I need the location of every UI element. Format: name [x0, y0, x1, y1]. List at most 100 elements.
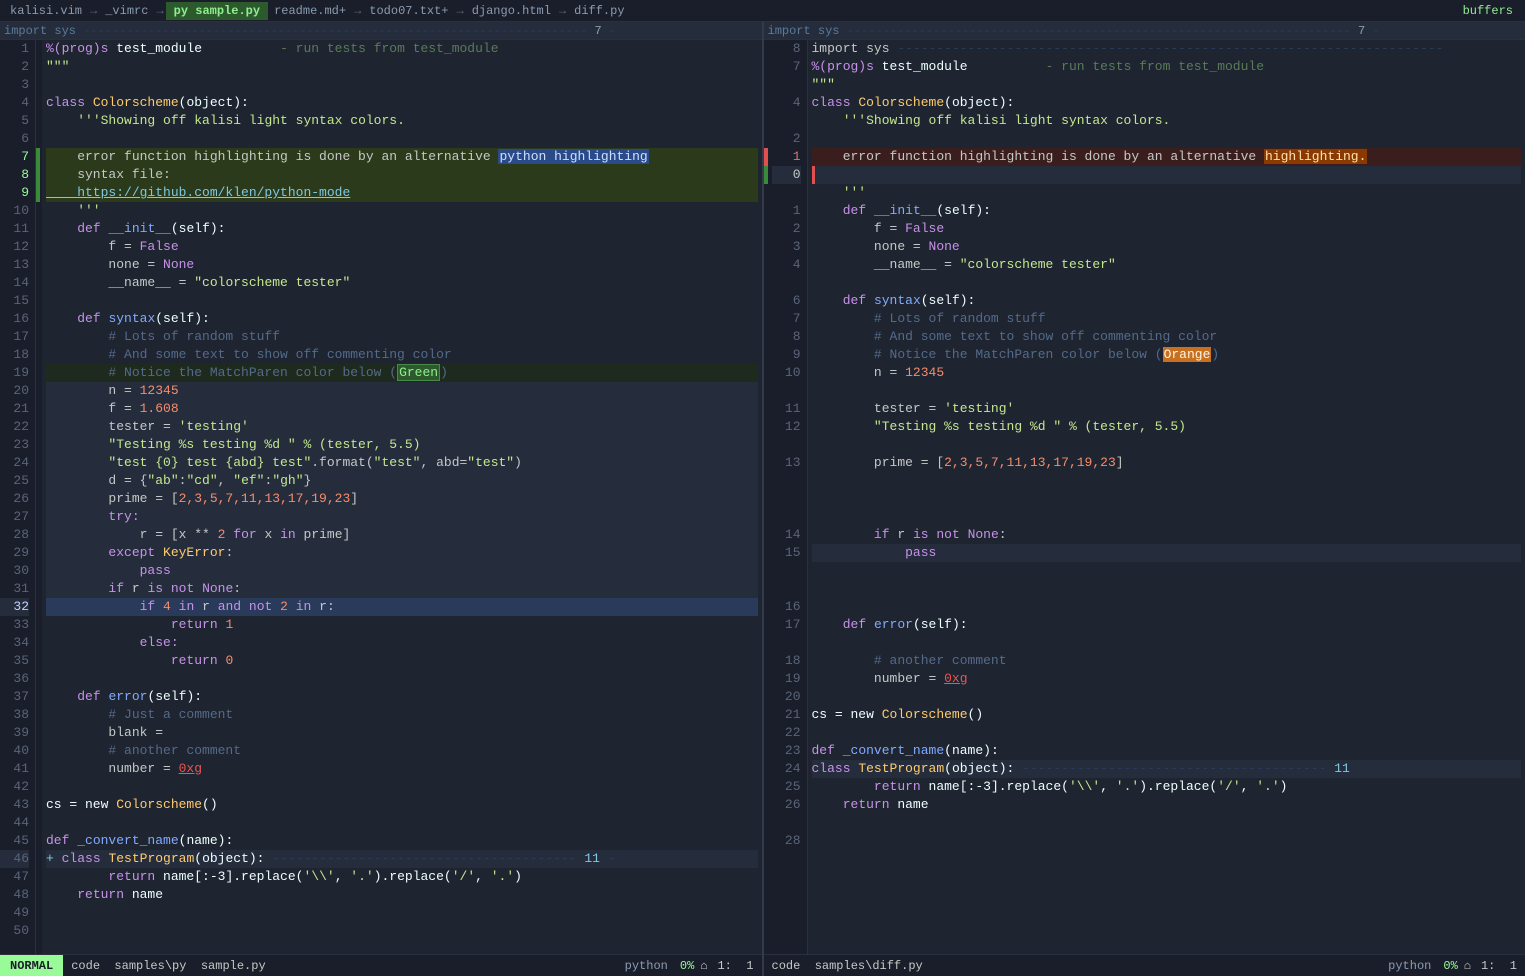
- left-status-percent: 0%: [676, 959, 698, 973]
- right-code-line-return1: return name[:-3].replace('\\', '.').repl…: [812, 778, 1522, 796]
- left-pane: import sys -----------------------------…: [0, 22, 764, 976]
- right-code-line-22: [812, 724, 1522, 742]
- code-line-8: syntax file:: [46, 166, 758, 184]
- code-line-47: return name[:-3].replace('\\', '.').repl…: [46, 868, 758, 886]
- code-line-14: __name__ = "colorscheme tester": [46, 274, 758, 292]
- right-code-line-0: [812, 166, 1522, 184]
- left-code-lines[interactable]: %(prog)s test_module - run tests from te…: [42, 40, 762, 954]
- code-line-44: [46, 814, 758, 832]
- right-code-line-orange: # Notice the MatchParen color below (Ora…: [812, 346, 1522, 364]
- tab-bar: kalisi.vim → _vimrc → py sample.py readm…: [0, 0, 1525, 22]
- tab-readme[interactable]: readme.md+: [268, 2, 352, 20]
- right-code-line-b8: [812, 490, 1522, 508]
- right-code-line-convert: def _convert_name(name):: [812, 742, 1522, 760]
- code-line-13: none = None: [46, 256, 758, 274]
- right-code-line-prime: prime = [2,3,5,7,11,13,17,19,23]: [812, 454, 1522, 472]
- right-code-line-16: [812, 598, 1522, 616]
- code-line-40: # another comment: [46, 742, 758, 760]
- left-status-bar: NORMAL code samples\py sample.py python …: [0, 954, 762, 976]
- code-line-17: # Lots of random stuff: [46, 328, 758, 346]
- code-line-32: if 4 in r and not 2 in r:: [46, 598, 758, 616]
- tab-kalisi-vim[interactable]: kalisi.vim: [4, 2, 88, 20]
- right-pane: import sys -----------------------------…: [764, 22, 1525, 976]
- right-code-line-b12: [812, 634, 1522, 652]
- tab-sample-py[interactable]: py sample.py: [166, 2, 268, 20]
- tab-sep3: →: [352, 4, 363, 18]
- code-line-45: def _convert_name(name):: [46, 832, 758, 850]
- code-line-27: try:: [46, 508, 758, 526]
- left-code-area[interactable]: 1 2 3 4 5 6 7 8 9 10 11 12 13 14 15 16 1: [0, 40, 762, 954]
- tab-todo[interactable]: todo07.txt+: [363, 2, 454, 20]
- left-status-filetype: python: [617, 959, 676, 973]
- right-code-line-20: [812, 688, 1522, 706]
- right-code-line-lots: # Lots of random stuff: [812, 310, 1522, 328]
- code-line-16: def syntax(self):: [46, 310, 758, 328]
- left-status-pos: 1: 1: [709, 959, 761, 973]
- code-line-39: blank =: [46, 724, 758, 742]
- code-line-21: f = 1.608: [46, 400, 758, 418]
- right-header-text: import sys -----------------------------…: [768, 24, 1380, 38]
- tab-django[interactable]: django.html: [466, 2, 557, 20]
- code-line-3: [46, 76, 758, 94]
- code-line-9: https://github.com/klen/python-mode: [46, 184, 758, 202]
- tab-sep1: →: [88, 4, 99, 18]
- right-code-line-f: f = False: [812, 220, 1522, 238]
- code-line-6: [46, 130, 758, 148]
- right-code-line-b2: '''Showing off kalisi light syntax color…: [812, 112, 1522, 130]
- code-line-18: # And some text to show off commenting c…: [46, 346, 758, 364]
- tab-buffers[interactable]: buffers: [1455, 2, 1521, 20]
- code-line-7: error function highlighting is done by a…: [46, 148, 758, 166]
- code-line-31: if r is not None:: [46, 580, 758, 598]
- tab-vimrc[interactable]: _vimrc: [99, 2, 154, 20]
- left-status-file: code samples\py sample.py: [63, 959, 616, 973]
- right-code-line-2: [812, 130, 1522, 148]
- right-code-line-testing: "Testing %s testing %d " % (tester, 5.5): [812, 418, 1522, 436]
- code-line-33: return 1: [46, 616, 758, 634]
- code-line-11: def __init__(self):: [46, 220, 758, 238]
- right-code-line-pass: pass: [812, 544, 1522, 562]
- code-line-2: """: [46, 58, 758, 76]
- code-line-1: %(prog)s test_module - run tests from te…: [46, 40, 758, 58]
- right-code-line-comment1: # And some text to show off commenting c…: [812, 328, 1522, 346]
- code-line-35: return 0: [46, 652, 758, 670]
- code-line-50: [46, 922, 758, 940]
- code-line-23: "Testing %s testing %d " % (tester, 5.5): [46, 436, 758, 454]
- code-line-10: ''': [46, 202, 758, 220]
- tab-sep2: →: [154, 4, 165, 18]
- left-pane-header: import sys -----------------------------…: [0, 22, 762, 40]
- right-code-line-syntax: def syntax(self):: [812, 292, 1522, 310]
- right-code-line-header: import sys -----------------------------…: [812, 40, 1522, 58]
- right-code-area[interactable]: 8 7 4 2 1 0 1 2 3 4 6 7 8: [764, 40, 1525, 954]
- app-container: kalisi.vim → _vimrc → py sample.py readm…: [0, 0, 1525, 976]
- right-code-lines[interactable]: import sys -----------------------------…: [808, 40, 1525, 954]
- right-diff-markers: [764, 40, 772, 954]
- code-line-46: + class TestProgram(object): -----------…: [46, 850, 758, 868]
- code-line-38: # Just a comment: [46, 706, 758, 724]
- right-status-pos: 1: 1: [1473, 959, 1525, 973]
- code-line-19: # Notice the MatchParen color below (Gre…: [46, 364, 758, 382]
- code-line-30: pass: [46, 562, 758, 580]
- right-code-line-7: %(prog)s test_module - run tests from te…: [812, 58, 1522, 76]
- right-code-line-number: number = 0xg: [812, 670, 1522, 688]
- right-line-numbers: 8 7 4 2 1 0 1 2 3 4 6 7 8: [772, 40, 808, 954]
- right-status-bar: code samples\diff.py python 0% ⌂ 1: 1: [764, 954, 1525, 976]
- code-line-12: f = False: [46, 238, 758, 256]
- right-code-line-b9: [812, 508, 1522, 526]
- right-status-percent: 0%: [1439, 959, 1461, 973]
- right-code-line-1: error function highlighting is done by a…: [812, 148, 1522, 166]
- right-code-line-b1: """: [812, 76, 1522, 94]
- code-line-20: n = 12345: [46, 382, 758, 400]
- code-line-48: return name: [46, 886, 758, 904]
- right-code-line-init: def __init__(self):: [812, 202, 1522, 220]
- code-line-36: [46, 670, 758, 688]
- tab-diff-py[interactable]: diff.py: [568, 2, 630, 20]
- right-code-line-b10: [812, 562, 1522, 580]
- code-line-41: number = 0xg: [46, 760, 758, 778]
- code-line-24: "test {0} test {abd} test".format("test"…: [46, 454, 758, 472]
- code-line-4: class Colorscheme(object):: [46, 94, 758, 112]
- code-line-15: [46, 292, 758, 310]
- right-code-line-b3: ''': [812, 184, 1522, 202]
- code-line-29: except KeyError:: [46, 544, 758, 562]
- tab-sep4: →: [455, 4, 466, 18]
- right-code-line-4: class Colorscheme(object):: [812, 94, 1522, 112]
